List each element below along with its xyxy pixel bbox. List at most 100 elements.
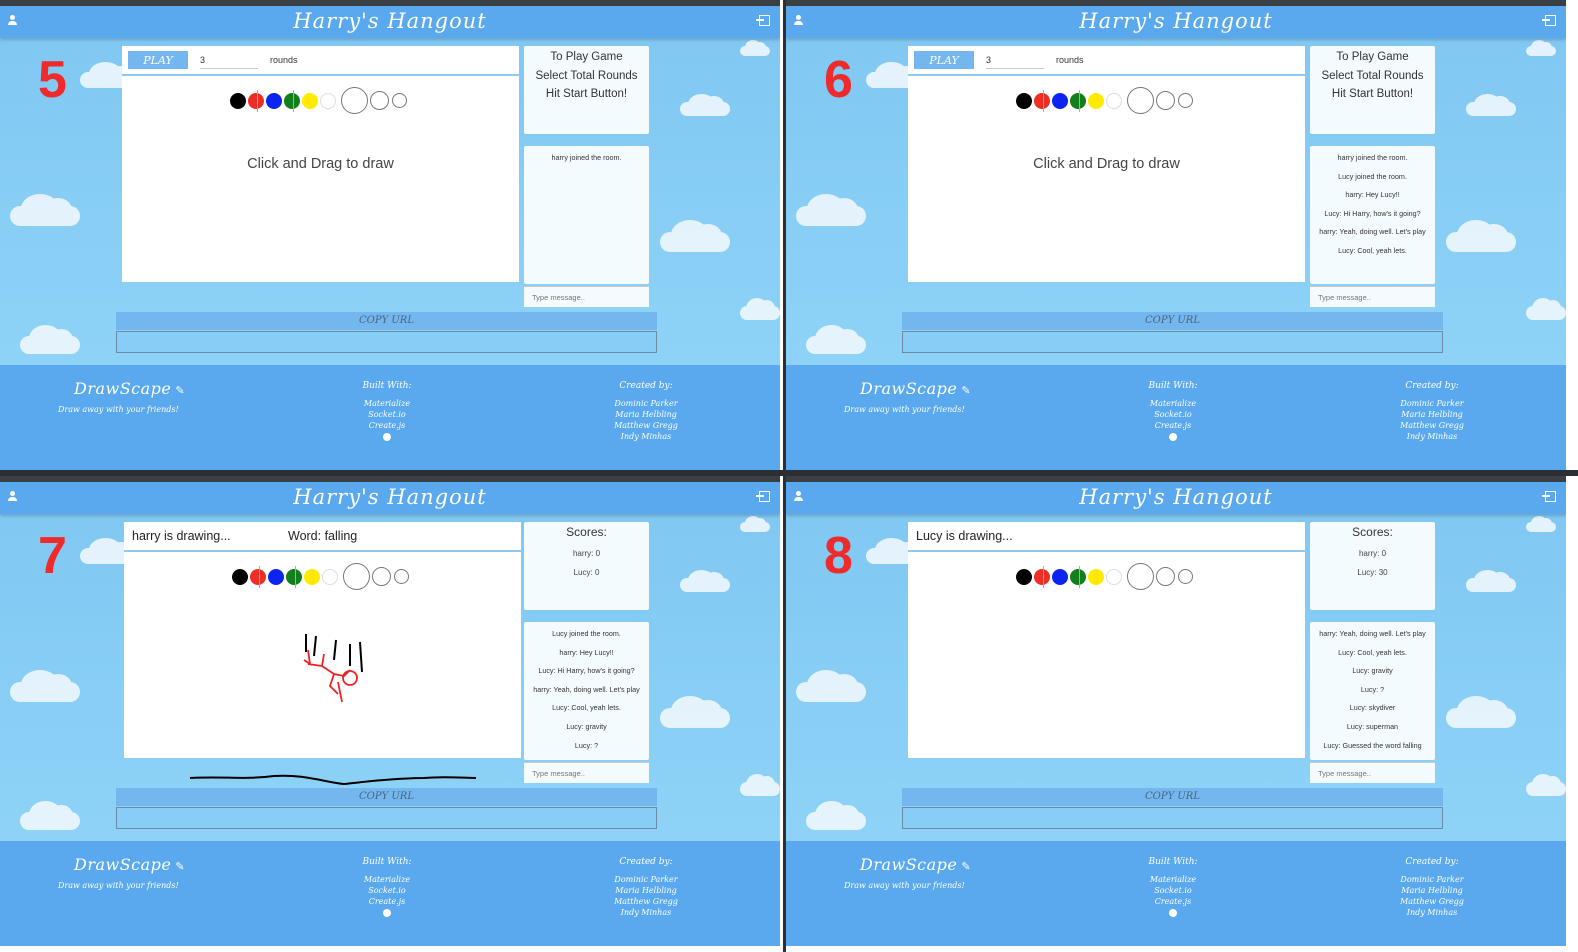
logout-icon[interactable]	[756, 491, 770, 502]
built-with-link[interactable]: Socket.io	[1113, 885, 1233, 896]
brush-size-small[interactable]	[392, 93, 407, 108]
drawing-status: Lucy is drawing...	[916, 529, 1013, 543]
color-white[interactable]	[1106, 93, 1122, 109]
logout-icon[interactable]	[1542, 491, 1556, 502]
built-with-link[interactable]: Create.js	[327, 896, 447, 907]
brand-logo[interactable]: DrawScape ✎	[860, 855, 971, 874]
brush-size-medium[interactable]	[1156, 91, 1175, 110]
brush-size-large[interactable]	[1127, 87, 1154, 114]
built-with-link[interactable]: Materialize	[327, 874, 447, 885]
color-white[interactable]	[322, 569, 338, 585]
color-white[interactable]	[320, 93, 336, 109]
built-with-link[interactable]: Socket.io	[1113, 409, 1233, 420]
color-yellow[interactable]	[304, 569, 320, 585]
url-field[interactable]	[116, 807, 657, 829]
copy-url-button[interactable]: COPY URL	[116, 312, 657, 330]
color-blue[interactable]	[268, 569, 284, 585]
brand-logo[interactable]: DrawScape ✎	[74, 855, 185, 874]
copy-url-button[interactable]: COPY URL	[902, 312, 1443, 330]
color-blue[interactable]	[1052, 569, 1068, 585]
chat-input[interactable]	[524, 762, 649, 783]
built-with-link[interactable]: Materialize	[327, 398, 447, 409]
built-with-link[interactable]: Materialize	[1113, 874, 1233, 885]
built-with-link[interactable]: Materialize	[1113, 398, 1233, 409]
chat-message: Lucy: skydiver	[1349, 703, 1396, 713]
author-link[interactable]: Indy Minhas	[1372, 431, 1492, 442]
chat-input[interactable]	[1310, 762, 1435, 783]
brush-size-small[interactable]	[394, 569, 409, 584]
brand-logo[interactable]: DrawScape ✎	[74, 379, 185, 398]
built-with-link[interactable]: Create.js	[327, 420, 447, 431]
color-red[interactable]	[248, 93, 264, 109]
rounds-input[interactable]	[986, 52, 1044, 69]
brush-size-small[interactable]	[1178, 569, 1193, 584]
brush-size-medium[interactable]	[1156, 567, 1175, 586]
instructions-box: To Play Game Select Total Rounds Hit Sta…	[1310, 46, 1435, 134]
chat-input[interactable]	[1310, 286, 1435, 307]
copy-url-button[interactable]: COPY URL	[902, 788, 1443, 806]
github-icon[interactable]	[383, 433, 391, 441]
brush-size-medium[interactable]	[372, 567, 391, 586]
author-link[interactable]: Indy Minhas	[586, 431, 706, 442]
author-link[interactable]: Dominic Parker	[1372, 874, 1492, 885]
rounds-input[interactable]	[200, 52, 258, 69]
logout-icon[interactable]	[1542, 15, 1556, 26]
drawing-canvas[interactable]: Click and Drag to draw	[908, 120, 1305, 282]
color-red[interactable]	[250, 569, 266, 585]
author-link[interactable]: Dominic Parker	[586, 398, 706, 409]
color-yellow[interactable]	[302, 93, 318, 109]
author-link[interactable]: Matthew Gregg	[586, 896, 706, 907]
author-link[interactable]: Indy Minhas	[586, 907, 706, 918]
author-link[interactable]: Dominic Parker	[586, 874, 706, 885]
brush-size-large[interactable]	[343, 563, 370, 590]
built-with-link[interactable]: Create.js	[1113, 896, 1233, 907]
github-icon[interactable]	[1169, 909, 1177, 917]
color-black[interactable]	[1016, 569, 1032, 585]
brush-size-medium[interactable]	[370, 91, 389, 110]
color-blue[interactable]	[1052, 93, 1068, 109]
author-link[interactable]: Maria Helbling	[586, 885, 706, 896]
built-with-link[interactable]: Create.js	[1113, 420, 1233, 431]
author-link[interactable]: Matthew Gregg	[586, 420, 706, 431]
color-green[interactable]	[286, 569, 302, 585]
drawing-canvas[interactable]	[124, 592, 521, 800]
brush-size-large[interactable]	[341, 87, 368, 114]
brush-size-small[interactable]	[1178, 93, 1193, 108]
author-link[interactable]: Maria Helbling	[1372, 885, 1492, 896]
copy-url-button[interactable]: COPY URL	[116, 788, 657, 806]
color-green[interactable]	[1070, 569, 1086, 585]
built-with-link[interactable]: Socket.io	[327, 885, 447, 896]
color-red[interactable]	[1034, 569, 1050, 585]
url-field[interactable]	[902, 807, 1443, 829]
github-icon[interactable]	[383, 909, 391, 917]
author-link[interactable]: Matthew Gregg	[1372, 420, 1492, 431]
drawing-canvas[interactable]: Click and Drag to draw	[122, 120, 519, 282]
color-white[interactable]	[1106, 569, 1122, 585]
color-blue[interactable]	[266, 93, 282, 109]
built-with-link[interactable]: Socket.io	[327, 409, 447, 420]
color-green[interactable]	[1070, 93, 1086, 109]
logout-icon[interactable]	[756, 15, 770, 26]
author-link[interactable]: Matthew Gregg	[1372, 896, 1492, 907]
color-black[interactable]	[230, 93, 246, 109]
color-yellow[interactable]	[1088, 569, 1104, 585]
scores-title: Scores:	[566, 525, 607, 539]
color-green[interactable]	[284, 93, 300, 109]
chat-input[interactable]	[524, 286, 649, 307]
color-black[interactable]	[232, 569, 248, 585]
brush-size-large[interactable]	[1127, 563, 1154, 590]
url-field[interactable]	[116, 331, 657, 353]
brand-logo[interactable]: DrawScape ✎	[860, 379, 971, 398]
author-link[interactable]: Dominic Parker	[1372, 398, 1492, 409]
color-yellow[interactable]	[1088, 93, 1104, 109]
play-button[interactable]: PLAY	[128, 51, 188, 69]
author-link[interactable]: Maria Helbling	[1372, 409, 1492, 420]
color-red[interactable]	[1034, 93, 1050, 109]
author-link[interactable]: Indy Minhas	[1372, 907, 1492, 918]
play-button[interactable]: PLAY	[914, 51, 974, 69]
github-icon[interactable]	[1169, 433, 1177, 441]
drawing-canvas[interactable]	[908, 592, 1305, 800]
author-link[interactable]: Maria Helbling	[586, 409, 706, 420]
color-black[interactable]	[1016, 93, 1032, 109]
url-field[interactable]	[902, 331, 1443, 353]
